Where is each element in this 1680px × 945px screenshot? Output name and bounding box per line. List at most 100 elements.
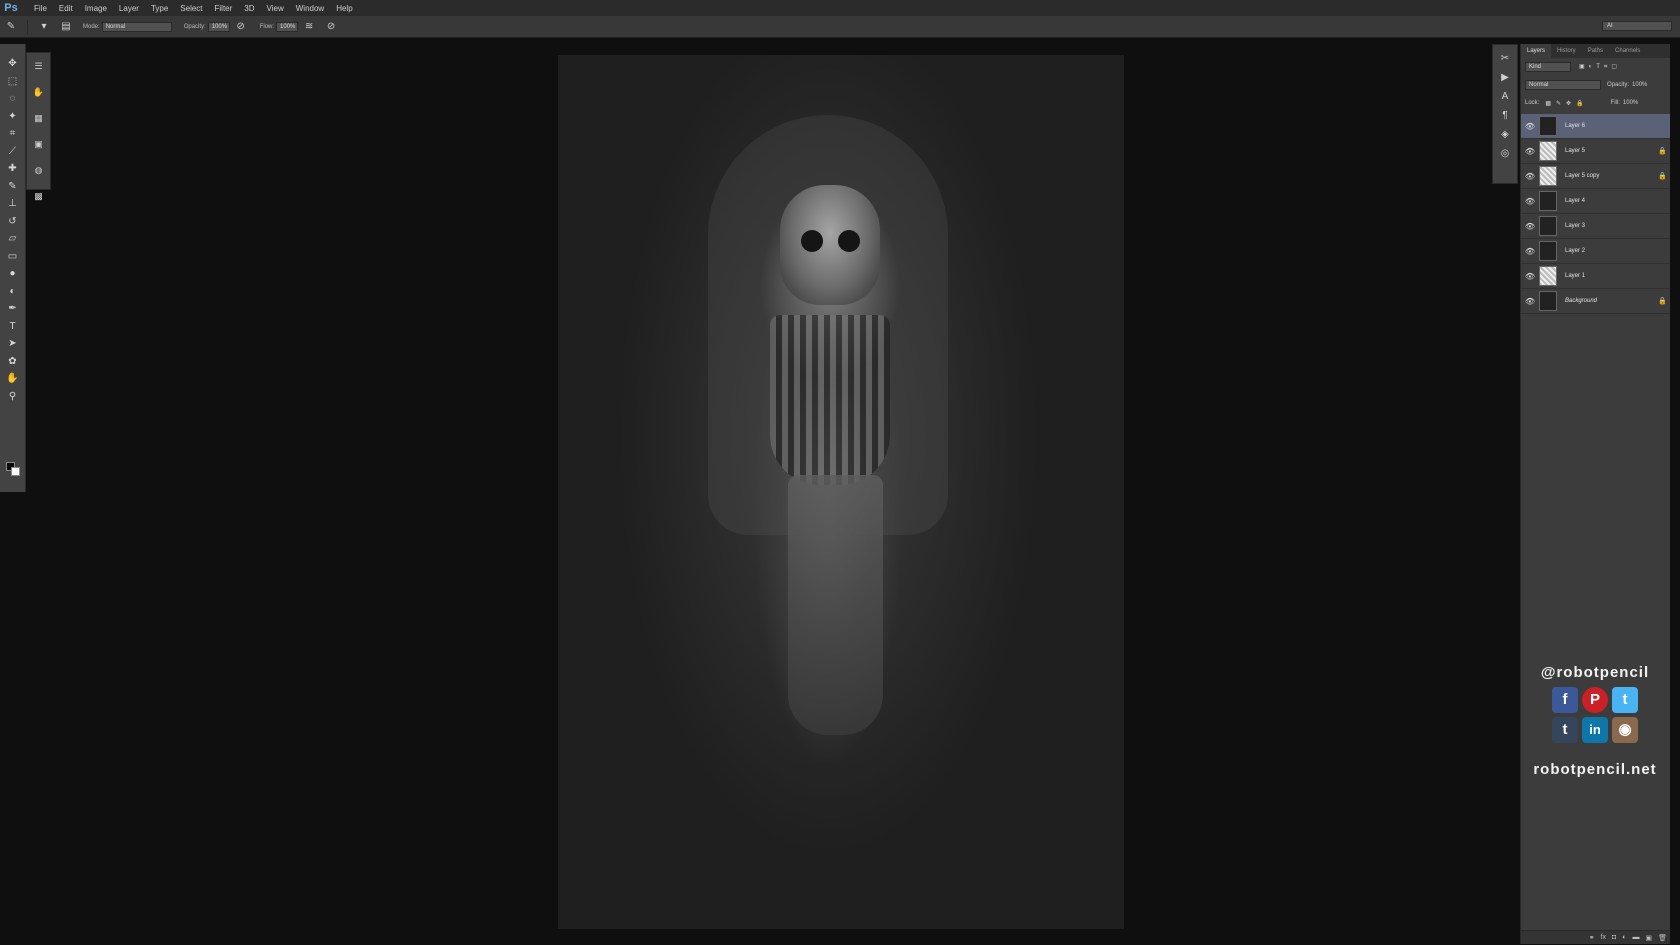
adjustments-icon[interactable]: ▦ [30, 109, 48, 127]
airbrush-icon[interactable]: ≋ [301, 20, 317, 34]
lock-icon: 🔒 [1658, 173, 1667, 180]
link-layers-icon[interactable]: ⚭ [1589, 934, 1595, 942]
visibility-eye-icon[interactable]: 👁 [1521, 247, 1539, 256]
layer-row-layer-4[interactable]: 👁 Layer 4 [1521, 189, 1670, 214]
artwork-body [788, 475, 883, 735]
brush-settings-icon[interactable]: ✋ [30, 83, 48, 101]
menu-window[interactable]: Window [290, 4, 330, 13]
eyedropper-tool-icon[interactable]: ⟋ [3, 144, 23, 160]
document-canvas[interactable] [558, 55, 1124, 929]
brush-preset-icon[interactable]: ✎ [3, 20, 19, 34]
dodge-tool-icon[interactable]: ◐ [3, 284, 23, 300]
properties-icon[interactable]: ▣ [30, 135, 48, 153]
layer-name: Layer 1 [1565, 273, 1586, 279]
blend-mode-select[interactable]: Normal [1525, 80, 1601, 90]
menu-select[interactable]: Select [174, 4, 208, 13]
menu-filter[interactable]: Filter [209, 4, 239, 13]
brush-panel-icon[interactable]: ▤ [58, 20, 74, 34]
menu-3d[interactable]: 3D [238, 4, 260, 13]
menu-layer[interactable]: Layer [113, 4, 145, 13]
gradient-tool-icon[interactable]: ▭ [3, 249, 23, 265]
visibility-eye-icon[interactable]: 👁 [1521, 297, 1539, 306]
navigator-icon[interactable]: ▩ [30, 187, 48, 205]
new-layer-icon[interactable]: ▣ [1645, 934, 1652, 942]
blur-tool-icon[interactable]: ● [3, 266, 23, 282]
channels-icon[interactable]: ◎ [1496, 146, 1514, 162]
menu-view[interactable]: View [261, 4, 290, 13]
hand-tool-icon[interactable]: ✋ [3, 371, 23, 387]
path-select-tool-icon[interactable]: ➤ [3, 336, 23, 352]
fx-icon[interactable]: fx [1601, 934, 1606, 941]
tab-layers[interactable]: Layers [1521, 44, 1552, 58]
new-group-icon[interactable]: ▬ [1632, 934, 1639, 941]
visibility-eye-icon[interactable]: 👁 [1521, 122, 1539, 131]
shape-tool-icon[interactable]: ✿ [3, 354, 23, 370]
healing-brush-tool-icon[interactable]: ✚ [3, 161, 23, 177]
workspace-select[interactable]: AI [1602, 21, 1672, 31]
actions-play-icon[interactable]: ▶ [1496, 70, 1514, 86]
layer-name: Layer 6 [1565, 123, 1586, 129]
brush-presets-icon[interactable]: ☰ [30, 57, 48, 75]
quick-select-tool-icon[interactable]: ✦ [3, 109, 23, 125]
lock-icon: 🔒 [1658, 298, 1667, 305]
pressure-size-icon[interactable]: ⊘ [323, 20, 339, 34]
tools-icon[interactable]: ✂ [1496, 51, 1514, 67]
tab-channels[interactable]: Channels [1609, 48, 1646, 54]
swatches-icon[interactable]: ◍ [30, 161, 48, 179]
type-tool-icon[interactable]: T [3, 319, 23, 335]
menu-edit[interactable]: Edit [53, 4, 79, 13]
mode-select[interactable]: Normal [101, 21, 172, 32]
layer-row-layer-5[interactable]: 👁 Layer 5 🔒 [1521, 139, 1670, 164]
lock-icons[interactable]: ▩✎✥🔒 [1545, 100, 1588, 107]
visibility-eye-icon[interactable]: 👁 [1521, 147, 1539, 156]
visibility-eye-icon[interactable]: 👁 [1521, 172, 1539, 181]
menu-type[interactable]: Type [145, 4, 174, 13]
layer-opacity-field[interactable]: 100% [1632, 82, 1647, 88]
tab-paths[interactable]: Paths [1582, 48, 1609, 54]
menu-help[interactable]: Help [330, 4, 358, 13]
background-color-swatch[interactable] [11, 467, 20, 476]
add-mask-icon[interactable]: ◘ [1612, 934, 1616, 941]
opacity-field[interactable]: 100% [207, 21, 230, 32]
layer-name: Layer 2 [1565, 248, 1586, 254]
paragraph-icon[interactable]: ¶ [1496, 108, 1514, 124]
flow-field[interactable]: 100% [276, 21, 299, 32]
tumblr-icon: t [1552, 717, 1578, 743]
layer-row-background[interactable]: 👁 Background 🔒 [1521, 289, 1670, 314]
history-brush-tool-icon[interactable]: ↺ [3, 214, 23, 230]
filter-icons[interactable]: ▣◐T⌗▢ [1579, 63, 1621, 71]
layer-row-layer-6[interactable]: 👁 Layer 6 [1521, 114, 1670, 139]
move-tool-icon[interactable]: ✥ [3, 56, 23, 72]
kind-filter-select[interactable]: Kind [1525, 62, 1571, 72]
layer-row-layer-5-copy[interactable]: 👁 Layer 5 copy 🔒 [1521, 164, 1670, 189]
fill-field[interactable]: 100% [1623, 100, 1638, 106]
pressure-opacity-icon[interactable]: ⊘ [233, 20, 249, 34]
brush-size-icon[interactable]: ▾ [36, 20, 52, 34]
brush-tool-icon[interactable]: ✎ [3, 179, 23, 195]
options-bar: ✎ ▾ ▤ Mode: Normal Opacity: 100% ⊘ Flow:… [0, 16, 1680, 38]
visibility-eye-icon[interactable]: 👁 [1521, 197, 1539, 206]
tab-history[interactable]: History [1551, 48, 1582, 54]
visibility-eye-icon[interactable]: 👁 [1521, 222, 1539, 231]
visibility-eye-icon[interactable]: 👁 [1521, 272, 1539, 281]
layer-row-layer-3[interactable]: 👁 Layer 3 [1521, 214, 1670, 239]
character-icon[interactable]: A [1496, 89, 1514, 105]
clone-stamp-tool-icon[interactable]: ⊥ [3, 196, 23, 212]
layer-row-layer-2[interactable]: 👁 Layer 2 [1521, 239, 1670, 264]
crop-tool-icon[interactable]: ⌗ [3, 126, 23, 142]
social-handle: @robotpencil [1540, 664, 1650, 681]
styles-icon[interactable]: ◈ [1496, 127, 1514, 143]
menu-image[interactable]: Image [79, 4, 113, 13]
zoom-tool-icon[interactable]: ⚲ [3, 389, 23, 405]
marquee-tool-icon[interactable]: ⬚ [3, 74, 23, 90]
panel-tabs: Layers History Paths Channels [1521, 44, 1670, 58]
layer-row-layer-1[interactable]: 👁 Layer 1 [1521, 264, 1670, 289]
delete-layer-icon[interactable]: 🗑 [1658, 934, 1667, 942]
menu-file[interactable]: File [28, 4, 53, 13]
adjustment-layer-icon[interactable]: ◐ [1622, 934, 1626, 941]
twitter-icon: t [1612, 687, 1638, 713]
lasso-tool-icon[interactable]: ◌ [3, 91, 23, 107]
pen-tool-icon[interactable]: ✒ [3, 301, 23, 317]
fill-label: Fill: [1610, 100, 1620, 106]
eraser-tool-icon[interactable]: ▱ [3, 231, 23, 247]
